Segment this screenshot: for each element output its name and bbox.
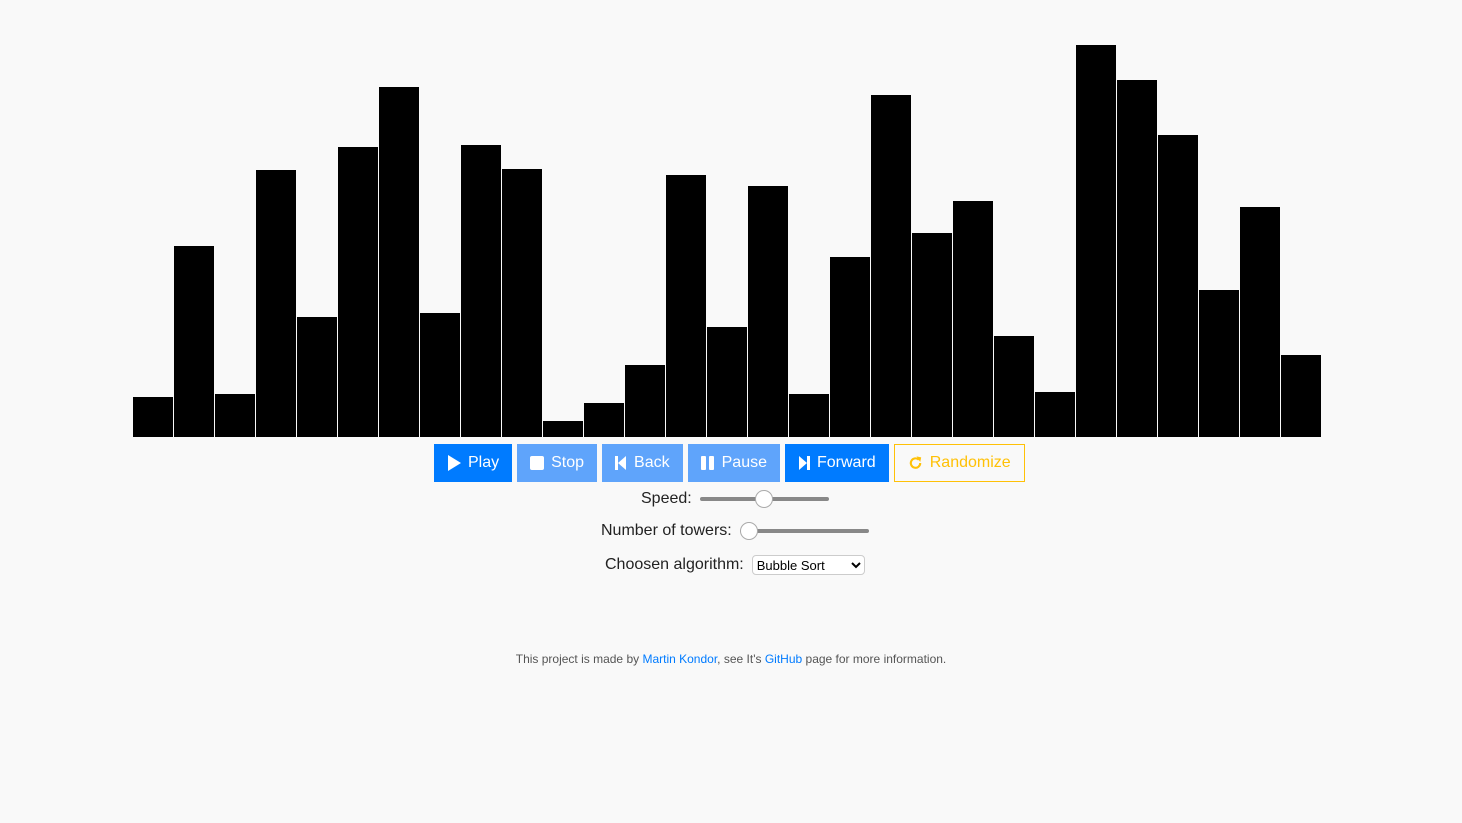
tower-bar [953, 201, 993, 437]
algorithm-label: Choosen algorithm: [605, 556, 744, 573]
tower-bar [1281, 355, 1321, 437]
speed-label: Speed: [641, 490, 692, 507]
forward-button[interactable]: Forward [785, 444, 889, 482]
author-link[interactable]: Martin Kondor [642, 652, 717, 666]
towers-slider[interactable] [739, 529, 869, 533]
tower-bar [1076, 45, 1116, 437]
stop-icon [530, 456, 545, 470]
tower-bar [133, 397, 173, 437]
tower-bar [338, 147, 378, 437]
speed-row: Speed: [0, 490, 1462, 508]
pause-icon [700, 456, 714, 470]
skip-forward-icon [799, 456, 810, 470]
towers-label: Number of towers: [601, 522, 732, 539]
tower-bar [174, 246, 214, 437]
tower-bar [1158, 135, 1198, 437]
stop-button[interactable]: Stop [517, 444, 598, 482]
algorithm-row: Choosen algorithm: Bubble Sort [0, 555, 1462, 575]
tower-bar [461, 145, 501, 437]
tower-bar [912, 233, 952, 437]
tower-bar [379, 87, 419, 437]
play-icon [448, 455, 461, 471]
back-button[interactable]: Back [602, 444, 683, 482]
tower-bar [1240, 207, 1280, 437]
tower-bar [256, 170, 296, 437]
tower-bar [871, 95, 911, 437]
tower-bar [1035, 392, 1075, 437]
tower-bar [420, 313, 460, 437]
github-link[interactable]: GitHub [765, 652, 802, 666]
tower-bar [297, 317, 337, 437]
play-button[interactable]: Play [434, 444, 513, 482]
tower-chart [133, 0, 1322, 437]
refresh-icon [909, 456, 921, 469]
tower-bar [707, 327, 747, 437]
tower-bar [666, 175, 706, 437]
towers-row: Number of towers: [0, 522, 1462, 540]
footer: This project is made by Martin Kondor, s… [515, 652, 947, 666]
tower-bar [789, 394, 829, 437]
tower-bar [1117, 80, 1157, 437]
skip-back-icon [615, 456, 627, 470]
tower-bar [994, 336, 1034, 437]
tower-bar [748, 186, 788, 437]
speed-slider[interactable] [699, 497, 829, 501]
tower-bar [1199, 290, 1239, 437]
tower-bar [830, 257, 870, 437]
control-bar: Play Stop Back Pause Forward Randomize [434, 444, 1025, 482]
tower-bar [625, 365, 665, 437]
algorithm-select[interactable]: Bubble Sort [751, 555, 865, 575]
tower-bar [215, 394, 255, 437]
tower-bar [543, 421, 583, 437]
randomize-button[interactable]: Randomize [893, 444, 1025, 482]
tower-bar [584, 403, 624, 437]
pause-button[interactable]: Pause [687, 444, 780, 482]
tower-bar [502, 169, 542, 437]
